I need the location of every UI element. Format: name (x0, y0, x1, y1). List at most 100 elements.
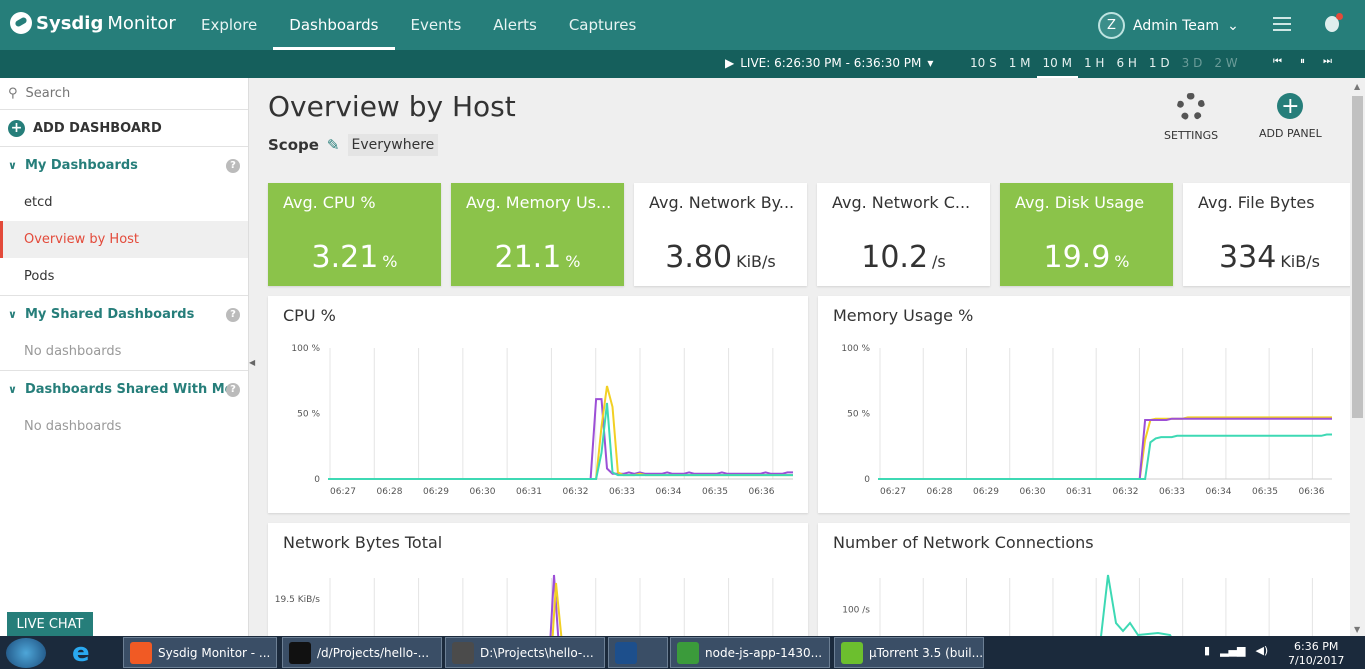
metric-tile[interactable]: Avg. CPU % 3.21% (268, 183, 441, 286)
top-nav-bar: Sysdig Monitor Explore Dashboards Events … (0, 0, 1365, 50)
scope-value[interactable]: Everywhere (347, 134, 439, 156)
volume-icon[interactable]: ◀) (1255, 644, 1268, 657)
play-icon: ▶ (725, 56, 735, 70)
nav-explore[interactable]: Explore (185, 0, 273, 50)
taskbar-item[interactable]: µTorrent 3.5 (buil... (834, 637, 984, 668)
my-shared-dashboards-label: My Shared Dashboards (24, 307, 195, 322)
sidebar-item-pods[interactable]: Pods (0, 258, 248, 295)
metric-tile-value: 21.1% (494, 240, 581, 275)
app-icon (452, 641, 474, 664)
range-2w[interactable]: 2 W (1208, 50, 1243, 78)
taskbar-item-label: Sysdig Monitor - ... (158, 645, 271, 660)
pause-icon[interactable]: ⏸ (1300, 56, 1305, 67)
nav-alerts[interactable]: Alerts (477, 0, 553, 50)
nav-events[interactable]: Events (395, 0, 478, 50)
x-tick-label: 06:35 (702, 487, 728, 497)
chart-panel-memory[interactable]: Memory Usage % 100 % 50 % 0 06:27 06:28 06:29… (818, 296, 1350, 513)
scope-label: Scope (268, 136, 319, 154)
range-6h[interactable]: 6 H (1110, 50, 1142, 78)
notification-icon[interactable] (1325, 13, 1343, 32)
my-dashboards-header[interactable]: ∨ My Dashboards ? (0, 147, 248, 184)
y-tick-label: 19.5 KiB/s (275, 595, 321, 605)
x-tick-label: 06:32 (563, 487, 589, 497)
scrollbar-thumb[interactable] (1352, 96, 1363, 418)
chart-panel-network-connections[interactable]: Number of Network Connections 100 /s (818, 523, 1350, 636)
edit-scope-icon[interactable]: ✎ (327, 136, 340, 154)
live-chat-button[interactable]: LIVE CHAT (7, 612, 93, 636)
taskbar-item[interactable]: /d/Projects/hello-... (282, 637, 442, 668)
search-input[interactable] (25, 86, 226, 101)
app-icon (130, 641, 152, 664)
metric-tile[interactable]: Avg. Network By... 3.80 KiB/s (634, 183, 807, 286)
logo-bold: Sysdig (36, 12, 104, 34)
start-button[interactable] (6, 638, 46, 668)
range-1h[interactable]: 1 H (1078, 50, 1110, 78)
taskbar-item-label: D:\Projects\hello-... (480, 645, 594, 660)
shared-with-me-header[interactable]: ∨ Dashboards Shared With Me ? (0, 371, 248, 408)
add-panel-button[interactable]: + ADD PANEL (1259, 93, 1322, 140)
x-tick-label: 06:36 (749, 487, 775, 497)
y-tick-label: 50 % (847, 410, 870, 420)
metric-tile[interactable]: Avg. Network C... 10.2/s (817, 183, 990, 286)
range-10m[interactable]: 10 M (1036, 50, 1078, 78)
menu-icon[interactable] (1273, 17, 1291, 33)
avatar: Z (1098, 12, 1125, 39)
range-1d[interactable]: 1 D (1143, 50, 1176, 78)
taskbar-item[interactable] (608, 637, 668, 668)
memory-chart: 100 % 50 % 0 06:27 06:28 06:29 06:30 06:31 06:32… (841, 344, 1332, 497)
sysdig-logo[interactable]: Sysdig Monitor (10, 12, 176, 34)
scroll-down-icon[interactable]: ▼ (1354, 625, 1360, 634)
skip-forward-icon[interactable]: ⏭ (1323, 56, 1332, 67)
chart-panel-cpu[interactable]: CPU % 100 % 50 % 0 06:27 06:28 06:29 06:30 06:3… (268, 296, 808, 513)
metric-tile[interactable]: Avg. Disk Usage 19.9% (1000, 183, 1173, 286)
x-tick-label: 06:27 (330, 487, 356, 497)
signal-icon[interactable]: ▂▄▆ (1220, 644, 1245, 657)
no-dashboards-text: No dashboards (24, 344, 122, 359)
app-icon (677, 641, 699, 664)
app-icon (289, 641, 311, 664)
collapse-sidebar-icon[interactable]: ◀ (249, 358, 255, 367)
chevron-down-icon: ∨ (8, 308, 17, 321)
app-icon (615, 641, 637, 664)
add-icon: + (1277, 93, 1304, 119)
y-tick-label: 100 % (841, 344, 870, 354)
help-icon[interactable]: ? (226, 382, 240, 397)
user-menu[interactable]: Z Admin Team ⌄ (1098, 12, 1239, 39)
help-icon[interactable]: ? (226, 307, 240, 322)
sidebar-item-overview-by-host[interactable]: Overview by Host (0, 221, 248, 258)
chart-panel-network-bytes[interactable]: Network Bytes Total 19.5 KiB/s (268, 523, 808, 636)
taskbar-item[interactable]: node-js-app-1430... (670, 637, 830, 668)
x-tick-label: 06:27 (880, 487, 906, 497)
my-shared-dashboards-header[interactable]: ∨ My Shared Dashboards ? (0, 296, 248, 333)
x-tick-label: 06:28 (927, 487, 953, 497)
series-line (328, 385, 793, 480)
skip-back-icon[interactable]: ⏮ (1273, 56, 1282, 67)
clock[interactable]: 6:36 PM 7/10/2017 (1288, 640, 1344, 668)
network-bytes-chart: 19.5 KiB/s (275, 574, 774, 636)
help-icon[interactable]: ? (226, 158, 240, 173)
battery-icon[interactable]: ▮ (1204, 644, 1210, 657)
search-box: ⚲ (0, 78, 248, 110)
range-1m[interactable]: 1 M (1003, 50, 1037, 78)
scrollbar[interactable]: ▲ ▼ (1350, 78, 1365, 636)
settings-button[interactable]: SETTINGS (1164, 93, 1218, 142)
chevron-down-icon: ∨ (8, 383, 17, 396)
x-tick-label: 06:31 (516, 487, 542, 497)
internet-explorer-icon[interactable]: e (72, 640, 104, 666)
metric-tile-label: Avg. Network C... (832, 193, 971, 212)
scroll-up-icon[interactable]: ▲ (1354, 82, 1360, 91)
sidebar-item-etcd[interactable]: etcd (0, 184, 248, 221)
range-3d[interactable]: 3 D (1176, 50, 1209, 78)
x-tick-label: 06:34 (1206, 487, 1232, 497)
taskbar-item[interactable]: Sysdig Monitor - ... (123, 637, 277, 668)
taskbar-item[interactable]: D:\Projects\hello-... (445, 637, 605, 668)
add-dashboard-button[interactable]: + ADD DASHBOARD (0, 110, 248, 147)
nav-captures[interactable]: Captures (553, 0, 652, 50)
metric-tile[interactable]: Avg. File Bytes 334 KiB/s (1183, 183, 1350, 286)
nav-dashboards[interactable]: Dashboards (273, 0, 395, 50)
range-10s[interactable]: 10 S (964, 50, 1003, 78)
metric-tile[interactable]: Avg. Memory Us... 21.1% (451, 183, 624, 286)
app-icon (841, 641, 863, 664)
live-time-range[interactable]: ▶ LIVE: 6:26:30 PM - 6:36:30 PM ▾ (725, 56, 933, 70)
live-range-text: LIVE: 6:26:30 PM - 6:36:30 PM (740, 56, 922, 70)
